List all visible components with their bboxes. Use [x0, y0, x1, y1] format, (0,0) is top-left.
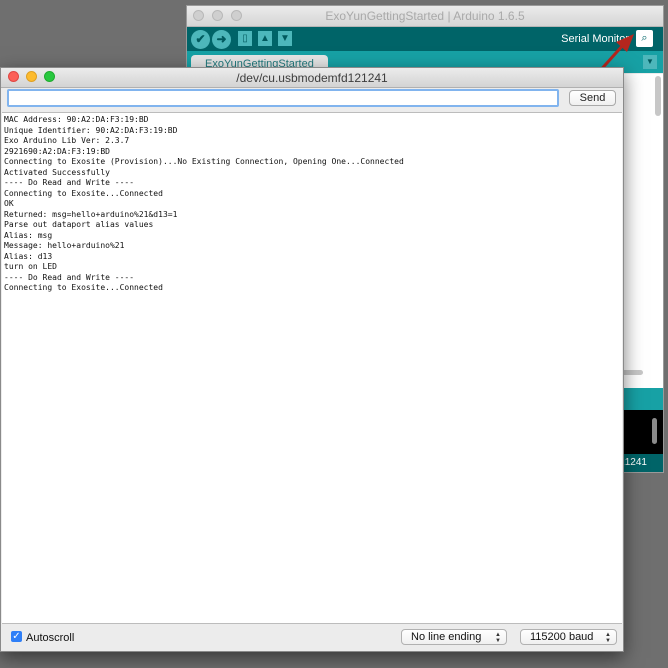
output-line: Returned: msg=hello+arduino%21&d13=1 — [4, 209, 178, 219]
serial-bottom-bar: ✓ Autoscroll No line ending ▲ ▼ 115200 ba… — [1, 624, 623, 651]
serial-monitor-button[interactable]: ⌕ — [636, 30, 653, 47]
output-line: OK — [4, 199, 14, 208]
send-row: Send — [1, 87, 623, 111]
output-line: Alias: d13 — [4, 251, 53, 261]
line-ending-value: No line ending — [411, 631, 482, 643]
output-line: turn on LED — [4, 262, 57, 271]
verify-icon[interactable]: ✔ — [191, 30, 210, 49]
tab-menu-chevron-down-icon[interactable]: ▼ — [643, 55, 657, 69]
chevron-updown-icon: ▲ ▼ — [605, 632, 611, 644]
output-line: Exo Arduino Lib Ver: 2.3.7 — [4, 136, 130, 145]
output-line: ---- Do Read and Write ---- — [4, 178, 135, 187]
serial-titlebar: /dev/cu.usbmodemfd121241 — [1, 68, 623, 88]
output-line: Unique Identifier: 90:A2:DA:F3:19:BD — [4, 125, 178, 135]
serial-send-input[interactable] — [7, 89, 559, 107]
serial-monitor-window: /dev/cu.usbmodemfd121241 Send MAC Addres… — [0, 67, 624, 652]
output-line: MAC Address: 90:A2:DA:F3:19:BD — [4, 115, 149, 124]
output-line: Parse out dataport alias values — [4, 220, 154, 229]
autoscroll-label: Autoscroll — [26, 632, 75, 644]
magnifier-icon: ⌕ — [641, 32, 648, 44]
serial-window-title: /dev/cu.usbmodemfd121241 — [236, 71, 388, 85]
baud-rate-value: 115200 baud — [530, 631, 594, 643]
serial-output-area[interactable]: MAC Address: 90:A2:DA:F3:19:BD Unique Ide… — [2, 112, 622, 624]
baud-rate-select[interactable]: 115200 baud ▲ ▼ — [520, 629, 617, 645]
line-ending-select[interactable]: No line ending ▲ ▼ — [401, 629, 507, 645]
send-button[interactable]: Send — [569, 90, 616, 106]
output-line: Message: hello+arduino%21 — [4, 241, 125, 250]
save-icon[interactable]: ▼ — [278, 31, 292, 46]
output-line: 2921690:A2:DA:F3:19:BD — [4, 146, 110, 156]
output-line: Connecting to Exosite...Connected — [4, 188, 163, 198]
upload-icon[interactable]: ➜ — [212, 30, 231, 49]
ide-titlebar: ExoYunGettingStarted | Arduino 1.6.5 — [187, 6, 663, 27]
autoscroll-checkbox[interactable]: ✓ — [11, 631, 22, 642]
output-line: Connecting to Exosite (Provision)...No E… — [4, 157, 404, 166]
editor-vertical-scrollbar[interactable] — [655, 76, 661, 116]
new-icon[interactable]: ▯ — [238, 31, 252, 46]
console-scrollbar[interactable] — [652, 418, 657, 444]
chevron-updown-icon: ▲ ▼ — [495, 632, 501, 644]
open-icon[interactable]: ▲ — [258, 31, 272, 46]
output-line: ---- Do Read and Write ---- — [4, 272, 135, 282]
output-line: Activated Successfully — [4, 167, 110, 177]
output-line: Alias: msg — [4, 230, 53, 240]
editor-horizontal-scrollbar[interactable] — [621, 370, 643, 375]
output-line: Connecting to Exosite...Connected — [4, 283, 163, 292]
ide-window-title: ExoYunGettingStarted | Arduino 1.6.5 — [325, 9, 525, 23]
